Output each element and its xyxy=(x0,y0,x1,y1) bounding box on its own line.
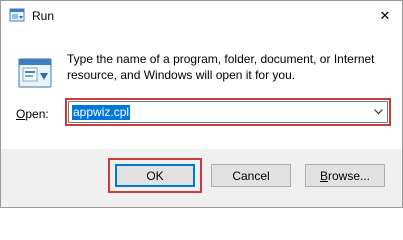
cancel-button[interactable]: Cancel xyxy=(211,164,291,187)
run-icon xyxy=(9,8,25,22)
open-label-text: pen: xyxy=(25,107,49,121)
browse-mnemonic: B xyxy=(319,168,328,183)
description-line-2: resource, and Windows will open it for y… xyxy=(67,68,296,82)
run-description: Type the name of a program, folder, docu… xyxy=(67,51,392,83)
run-program-icon xyxy=(18,58,52,88)
description-line-1: Type the name of a program, folder, docu… xyxy=(67,52,375,66)
run-dialog: Run ✕ Type the name of a program, folder… xyxy=(0,0,403,208)
browse-button-label: Browse... xyxy=(320,169,370,183)
close-icon: ✕ xyxy=(379,8,391,23)
dialog-content: Type the name of a program, folder, docu… xyxy=(1,31,402,149)
open-label: Open: xyxy=(16,107,49,121)
browse-button[interactable]: Browse... xyxy=(305,164,385,187)
cancel-button-label: Cancel xyxy=(232,168,270,183)
close-button[interactable]: ✕ xyxy=(368,1,402,31)
window-title: Run xyxy=(32,9,55,23)
ok-button-highlight-box xyxy=(108,158,202,193)
open-field-highlight-box xyxy=(65,98,391,126)
title-bar[interactable]: Run ✕ xyxy=(1,1,402,31)
browse-label-rest: rowse... xyxy=(328,168,371,183)
open-label-mnemonic: O xyxy=(16,107,26,121)
